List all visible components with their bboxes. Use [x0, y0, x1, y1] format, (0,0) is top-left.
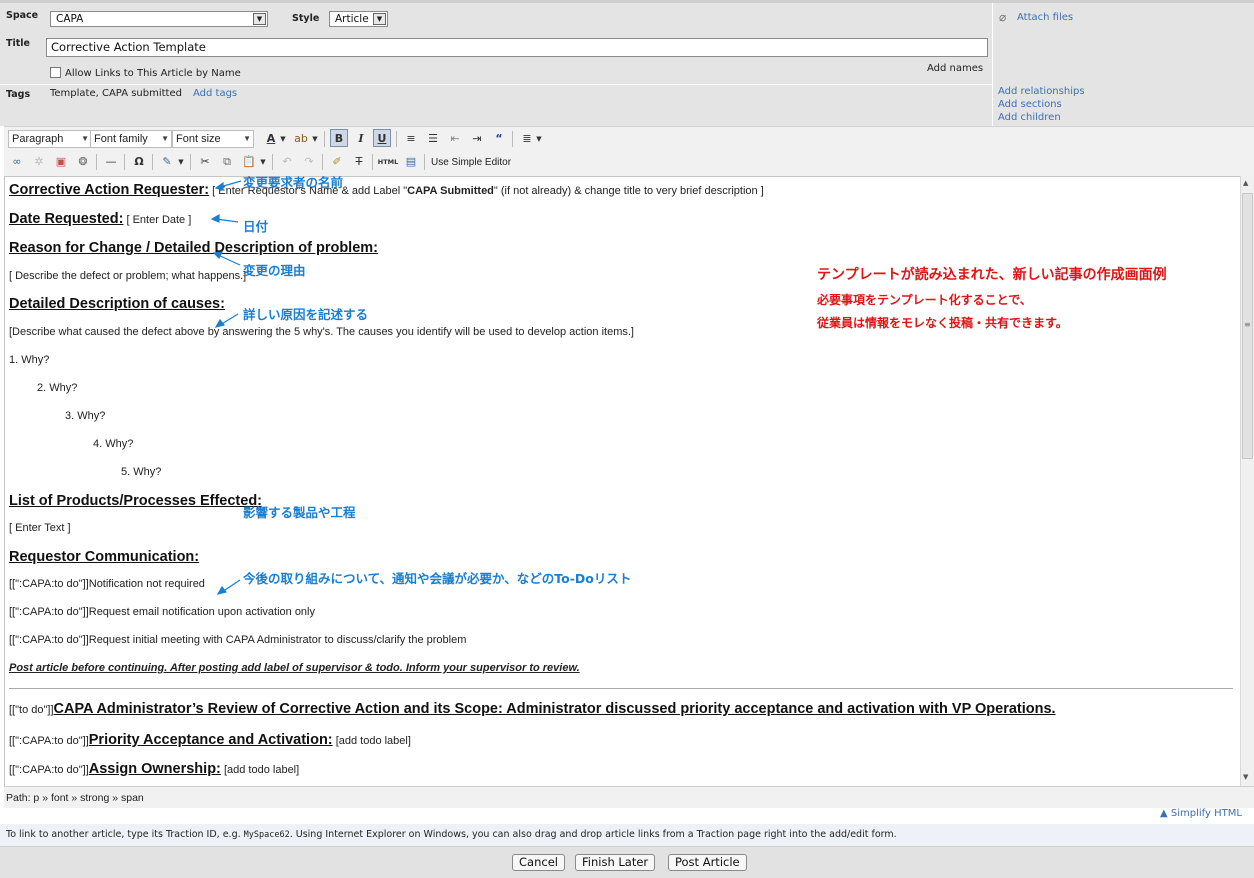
- annotation-requester-name: 変更要求者の名前: [243, 175, 344, 190]
- arrow-requester-head: [214, 181, 224, 191]
- arrow-reason-head: [212, 251, 224, 260]
- scrollbar-thumb[interactable]: ≡: [1242, 193, 1253, 459]
- caption-title: テンプレートが読み込まれた、新しい記事の作成画面例: [817, 267, 1167, 283]
- element-path-bar: Path: p » font » strong » span: [4, 786, 1254, 808]
- annotation-causes: 詳しい原因を記述する: [243, 307, 369, 322]
- caption-line-1: 必要事項をテンプレート化することで、: [817, 293, 1032, 307]
- finish-later-button[interactable]: Finish Later: [575, 854, 656, 871]
- arrow-causes-head: [214, 318, 226, 328]
- post-article-button[interactable]: Post Article: [668, 854, 747, 871]
- annotation-arrows: [210, 180, 242, 595]
- annotation-date: 日付: [243, 219, 269, 234]
- annotation-products: 影響する製品や工程: [243, 505, 356, 520]
- editor-scrollbar[interactable]: ▲ ≡ ▼: [1240, 176, 1254, 786]
- caption-line-2: 従業員は情報をモレなく投稿・共有できます。: [817, 316, 1068, 330]
- hint-text-2: . Using Internet Explorer on Windows, yo…: [289, 829, 897, 840]
- annotation-reason: 変更の理由: [243, 263, 306, 278]
- arrow-date-head: [210, 213, 220, 223]
- simplify-html-link[interactable]: ▲ Simplify HTML: [1160, 808, 1242, 819]
- hint-code: MySpace62: [243, 830, 290, 840]
- arrow-todo-head: [216, 585, 228, 595]
- hint-text: To link to another article, type its Tra…: [6, 829, 244, 840]
- cancel-button[interactable]: Cancel: [512, 854, 565, 871]
- grip-icon: ≡: [1244, 320, 1251, 329]
- scroll-down-icon[interactable]: ▼: [1243, 773, 1248, 781]
- link-hint-bar: To link to another article, type its Tra…: [0, 824, 1254, 846]
- form-buttons: Cancel Finish Later Post Article: [0, 846, 1254, 878]
- arrow-reason: [217, 254, 241, 266]
- scroll-up-icon[interactable]: ▲: [1243, 179, 1248, 187]
- annotation-todo: 今後の取り組みについて、通知や会議が必要か、などのTo-Doリスト: [243, 571, 632, 586]
